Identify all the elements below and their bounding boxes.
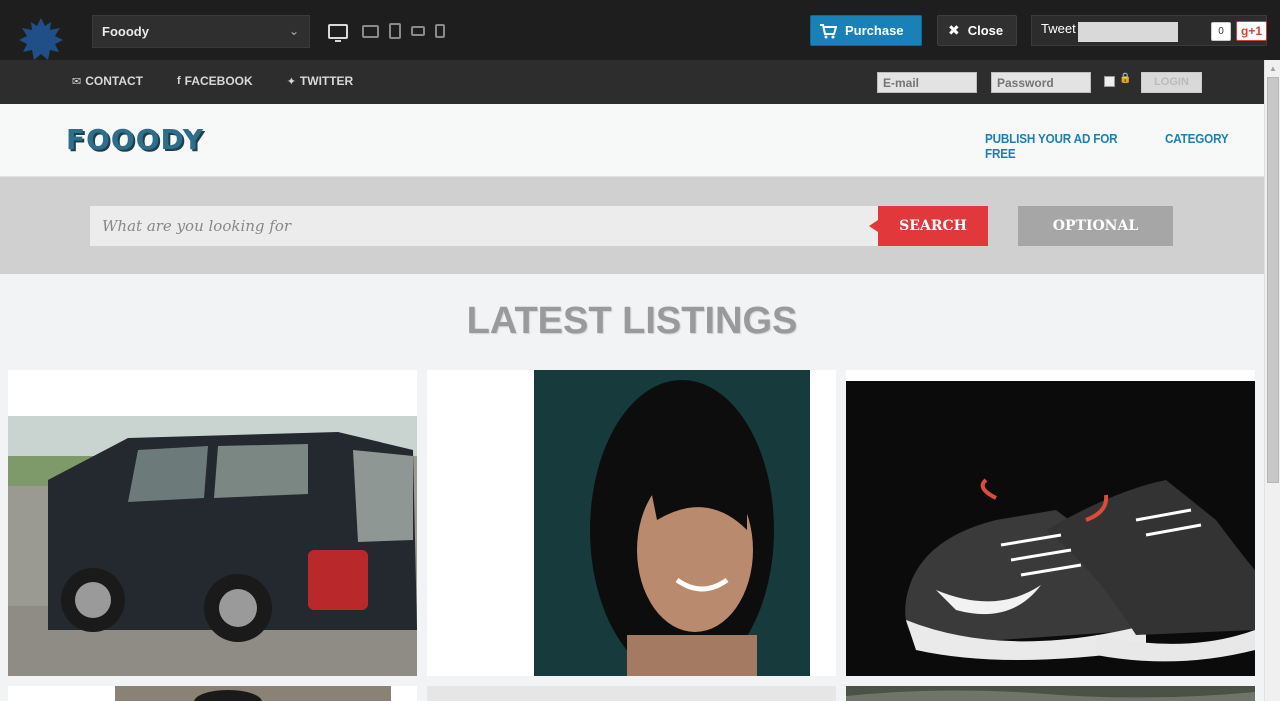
purchase-label: Purchase bbox=[845, 23, 904, 38]
optional-button[interactable]: OPTIONAL bbox=[1018, 206, 1173, 246]
listing-card[interactable] bbox=[427, 686, 836, 701]
nav-publish-ad[interactable]: PUBLISH YOUR AD FOR FREE bbox=[985, 131, 1122, 161]
tweet-button[interactable]: Tweet bbox=[1041, 21, 1076, 36]
search-band: What are you looking for SEARCH OPTIONAL bbox=[0, 177, 1264, 274]
listing-image-portrait bbox=[427, 370, 836, 676]
tablet-portrait-icon[interactable] bbox=[389, 23, 401, 39]
top-links: ✉ CONTACT f FACEBOOK ✦ TWITTER bbox=[72, 74, 387, 88]
twitter-label: TWITTER bbox=[299, 74, 354, 88]
search-button[interactable]: SEARCH bbox=[869, 206, 988, 246]
password-field[interactable] bbox=[991, 72, 1091, 93]
gplus-count: 0 bbox=[1211, 22, 1231, 41]
facebook-label: FACEBOOK bbox=[184, 74, 253, 88]
site-header: FOOODY PUBLISH YOUR AD FOR FREE CATEGORY bbox=[0, 104, 1264, 177]
scrollbar-thumb[interactable] bbox=[1267, 77, 1279, 483]
listing-card[interactable] bbox=[8, 686, 417, 701]
close-icon: ✖ bbox=[948, 22, 960, 38]
chevron-down-icon: ⌄ bbox=[288, 24, 299, 38]
facebook-icon: f bbox=[177, 75, 181, 87]
section-title: LATEST LISTINGS bbox=[466, 300, 798, 342]
contact-label: CONTACT bbox=[85, 74, 143, 88]
listing-card[interactable] bbox=[8, 370, 417, 676]
listing-image-partial bbox=[846, 686, 1255, 701]
theme-select[interactable]: Fooody ⌄ bbox=[92, 15, 310, 48]
scroll-up-arrow-icon[interactable]: ▲ bbox=[1269, 64, 1277, 73]
facebook-link[interactable]: f FACEBOOK bbox=[177, 74, 253, 88]
desktop-icon[interactable] bbox=[328, 23, 348, 42]
nav-category[interactable]: CATEGORY bbox=[1165, 131, 1229, 161]
listing-image-partial bbox=[8, 686, 417, 701]
demo-bar: Fooody ⌄ Purchase ✖ Close Tweet 0 g+1 bbox=[0, 0, 1280, 60]
email-field[interactable] bbox=[877, 72, 977, 93]
contact-link[interactable]: ✉ CONTACT bbox=[72, 74, 143, 88]
purchase-button[interactable]: Purchase bbox=[810, 15, 922, 46]
close-label: Close bbox=[967, 23, 1004, 38]
envelope-icon: ✉ bbox=[72, 75, 82, 88]
listing-card[interactable] bbox=[846, 686, 1255, 701]
listing-card[interactable] bbox=[427, 370, 836, 676]
listing-card[interactable] bbox=[846, 370, 1255, 676]
tweet-widget-placeholder bbox=[1078, 22, 1178, 42]
page-scrollbar[interactable]: ▲ bbox=[1264, 60, 1280, 701]
listing-image-car bbox=[8, 370, 417, 676]
site-logo[interactable]: FOOODY bbox=[66, 123, 204, 156]
device-switcher bbox=[328, 20, 455, 42]
theme-select-value: Fooody bbox=[102, 24, 149, 39]
site-top-nav: ✉ CONTACT f FACEBOOK ✦ TWITTER 🔒 LOGIN bbox=[0, 60, 1264, 104]
social-share-box: Tweet 0 g+1 bbox=[1031, 15, 1267, 46]
gplus-button[interactable]: g+1 bbox=[1236, 21, 1267, 41]
search-input[interactable]: What are you looking for bbox=[90, 206, 878, 246]
latest-listings-section: LATEST LISTINGS bbox=[0, 274, 1264, 701]
cart-icon bbox=[820, 23, 837, 38]
login-button[interactable]: LOGIN bbox=[1141, 72, 1202, 93]
twitter-link[interactable]: ✦ TWITTER bbox=[287, 74, 354, 88]
remember-checkbox[interactable] bbox=[1104, 76, 1115, 87]
lock-icon: 🔒 bbox=[1119, 73, 1132, 84]
maple-leaf-logo-icon[interactable] bbox=[18, 16, 64, 62]
tablet-landscape-icon[interactable] bbox=[362, 24, 379, 38]
phone-portrait-icon[interactable] bbox=[435, 24, 445, 38]
twitter-icon: ✦ bbox=[286, 75, 296, 88]
listing-image-shoes bbox=[846, 370, 1255, 676]
close-button[interactable]: ✖ Close bbox=[937, 15, 1017, 46]
phone-landscape-icon[interactable] bbox=[411, 26, 425, 36]
main-nav: PUBLISH YOUR AD FOR FREE CATEGORY bbox=[985, 131, 1264, 161]
